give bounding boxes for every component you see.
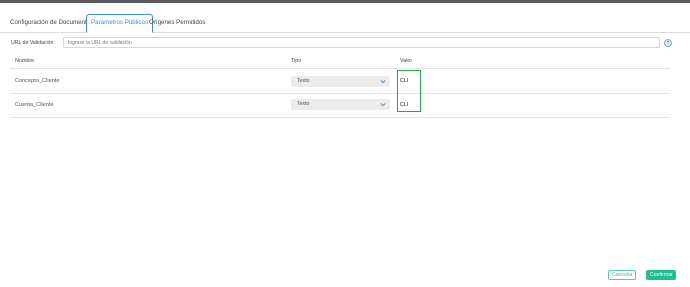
- valor-highlight-box: [397, 70, 421, 112]
- row-2-tipo-select[interactable]: Texto: [291, 99, 390, 110]
- tab-parametros-publicos[interactable]: Parámetros Públicos: [86, 14, 154, 33]
- row-1-tipo-select[interactable]: Texto: [291, 76, 390, 87]
- url-validation-label: URL de Validación: [11, 40, 54, 46]
- url-validation-input[interactable]: [63, 37, 660, 48]
- tab-origenes-permitidos[interactable]: Orígenes Permitidos: [145, 14, 209, 31]
- chevron-down-icon: [380, 103, 386, 107]
- row-divider: [10, 93, 670, 94]
- row-divider: [10, 117, 670, 118]
- chevron-down-icon: [380, 80, 386, 84]
- confirm-button[interactable]: Confirmar: [646, 270, 676, 280]
- tab-bar: Configuración de Documento Parámetros Pú…: [0, 14, 690, 33]
- tab-configuracion-documento[interactable]: Configuración de Documento: [6, 14, 94, 31]
- question-circle-icon[interactable]: [664, 39, 672, 47]
- column-header-tipo: Tipo: [291, 58, 302, 64]
- row-1-tipo-value: Texto: [297, 78, 310, 84]
- cancel-button[interactable]: Cancelar: [608, 270, 636, 280]
- row-2-nombre: Cuenta_Cliente: [15, 102, 54, 108]
- header-divider: [10, 68, 670, 69]
- column-header-valor: Valor: [400, 58, 413, 64]
- column-header-nombre: Nombre: [15, 58, 35, 64]
- row-2-tipo-value: Texto: [297, 101, 310, 107]
- top-border: [0, 0, 690, 3]
- row-1-nombre: Concepto_Cliente: [15, 78, 60, 84]
